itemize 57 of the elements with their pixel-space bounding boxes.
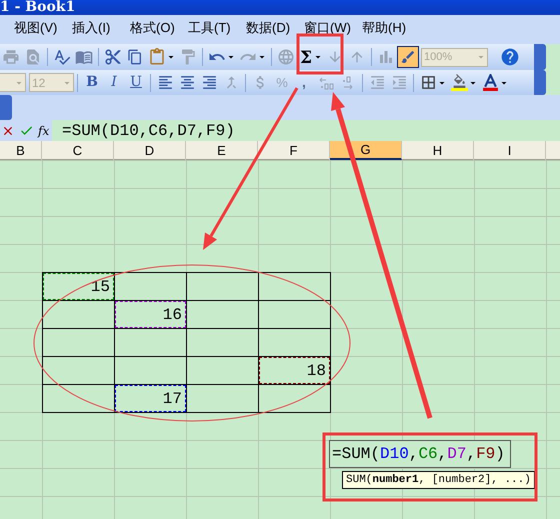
column-header[interactable]: B (0, 141, 42, 160)
column-header[interactable]: C (42, 141, 114, 160)
fill-color-button[interactable] (448, 72, 470, 94)
column-header[interactable]: G (330, 141, 402, 160)
cell-value: 16 (162, 304, 182, 326)
format-painter-icon (179, 48, 197, 66)
table-cell (187, 329, 259, 357)
increase-indent-icon (390, 74, 408, 91)
italic-button[interactable]: I (103, 72, 125, 94)
underline-button[interactable]: U (125, 72, 147, 94)
paste-icon (148, 48, 166, 66)
column-header[interactable]: H (402, 141, 474, 160)
fill-color-icon (450, 74, 468, 91)
toolbar-handle[interactable] (0, 95, 12, 120)
cut-icon (104, 48, 122, 66)
menu-item[interactable]: 工具(T) (188, 20, 246, 35)
align-center-icon (178, 74, 196, 91)
cell-value: 17 (162, 388, 182, 410)
increase-decimal-icon (318, 74, 334, 90)
copy-icon (127, 49, 143, 65)
menu-item[interactable]: 插入(I) (72, 20, 130, 35)
font-color-icon (482, 74, 498, 91)
align-right-icon (200, 74, 218, 91)
formula-text: =SUM(D10,C6,D7,F9) (62, 120, 235, 142)
window-title: 1 - Book1 (0, 0, 76, 15)
print-preview-icon (24, 48, 42, 66)
drawing-button[interactable] (397, 46, 420, 68)
decrease-indent-icon (368, 74, 386, 91)
menu-item[interactable]: 帮助(H) (362, 20, 420, 35)
menu-item[interactable]: 窗口(W) (304, 20, 362, 35)
insert-function-button[interactable]: fx (38, 122, 50, 140)
font-size-value: 12 (32, 74, 46, 92)
font-name-field[interactable] (0, 73, 26, 92)
column-header[interactable]: I (474, 141, 546, 160)
paintbrush-icon (400, 49, 416, 65)
table-cell (259, 301, 331, 329)
print-icon (2, 48, 20, 66)
menu-item[interactable]: 数据(D) (246, 20, 304, 35)
hyperlink-icon (277, 48, 295, 66)
cell-editor[interactable]: =SUM(D10,C6,D7,F9) (329, 440, 511, 468)
cell-value: 18 (306, 360, 326, 382)
comma-button[interactable]: , (293, 72, 315, 94)
help-icon (500, 47, 520, 67)
cell-formula: =SUM(D10,C6,D7,F9) (332, 444, 505, 465)
borders-icon (420, 74, 436, 91)
spelling-icon (53, 48, 71, 66)
menu-item[interactable]: 视图(V) (14, 20, 72, 35)
cell-value: 15 (90, 276, 110, 298)
column-header[interactable]: E (186, 141, 258, 160)
column-header[interactable]: D (114, 141, 186, 160)
tooltip-text: SUM(number1, [number2], ...) (346, 472, 531, 488)
zoom-value: 100% (424, 50, 452, 65)
highlight-rectangle (296, 34, 344, 74)
bold-button[interactable]: B (81, 72, 103, 94)
align-left-icon (156, 74, 174, 91)
menu-item[interactable]: 格式(O) (130, 20, 188, 35)
autosum-button[interactable]: Σ (297, 46, 316, 68)
